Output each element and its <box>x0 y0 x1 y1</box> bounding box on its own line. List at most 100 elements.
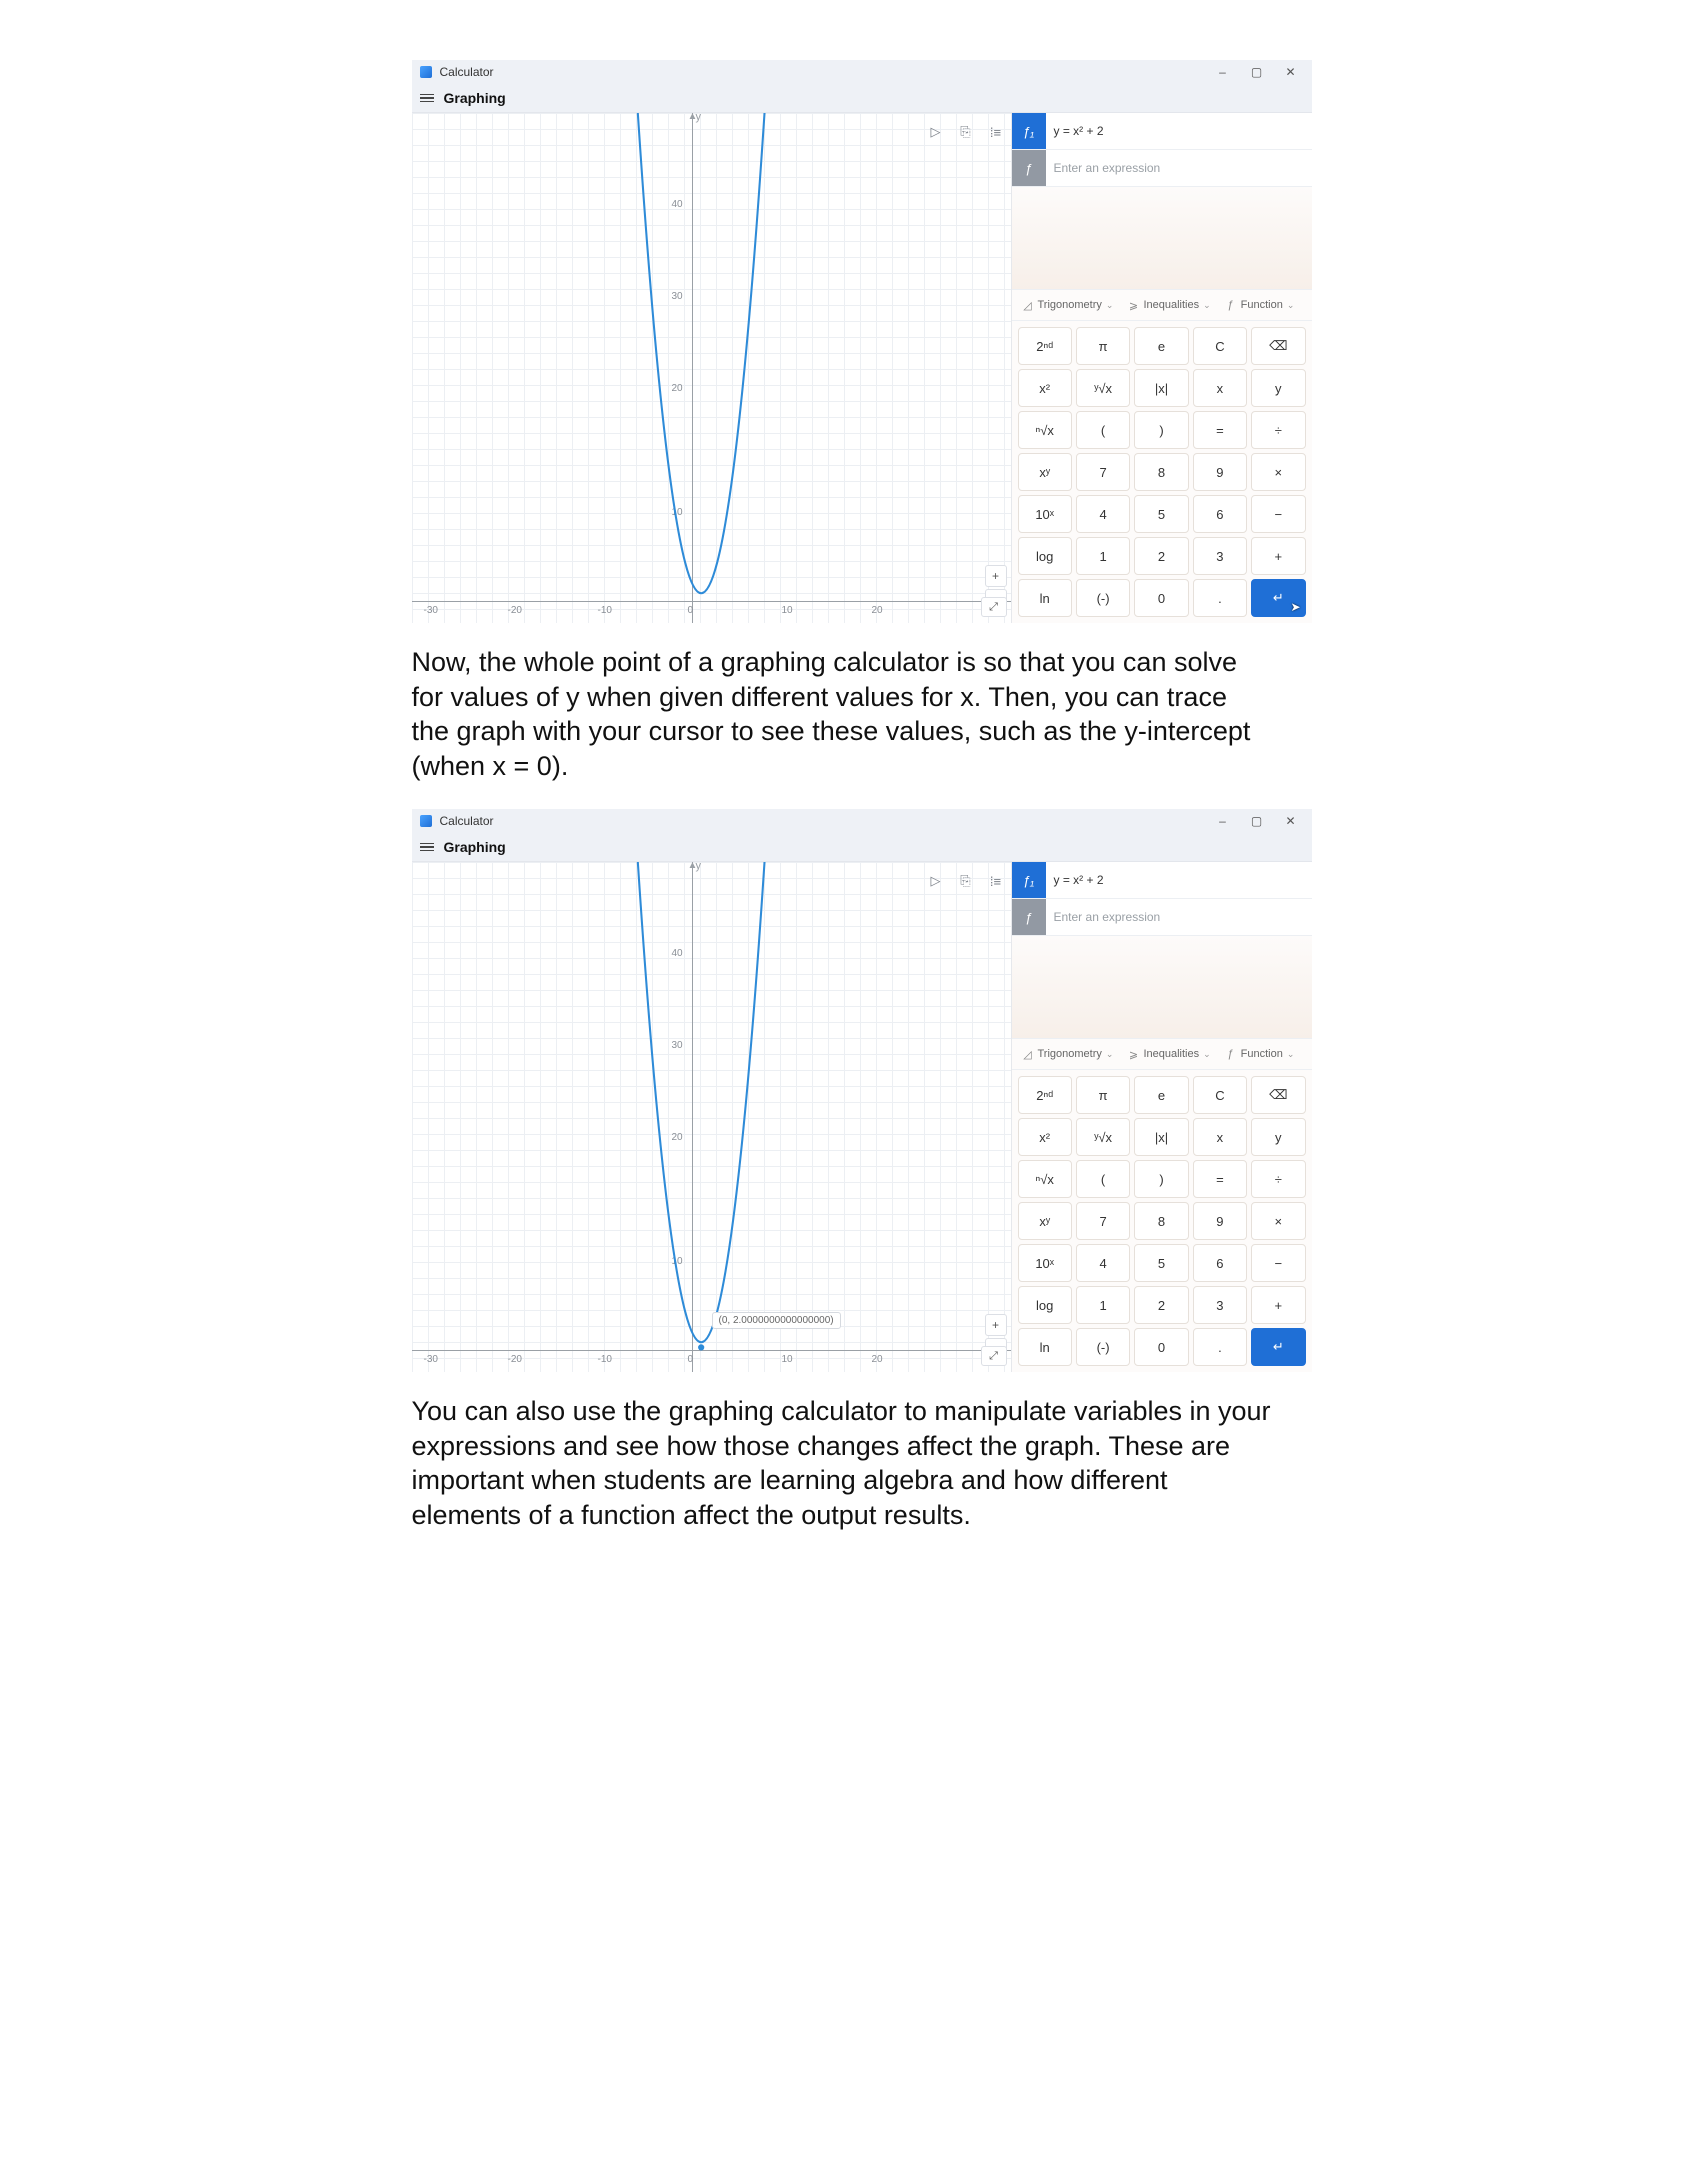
zoom-fit-button[interactable]: ⤢ <box>981 597 1007 617</box>
key-equals[interactable]: = <box>1193 1160 1247 1198</box>
hamburger-icon[interactable] <box>420 841 434 854</box>
snapshot-icon[interactable]: ⎘ <box>957 123 975 141</box>
key-4[interactable]: 4 <box>1076 495 1130 533</box>
key-divide[interactable]: ÷ <box>1251 411 1305 449</box>
key-lparen[interactable]: ( <box>1076 411 1130 449</box>
key-2nd[interactable]: 2ⁿᵈ <box>1018 327 1072 365</box>
key-0[interactable]: 0 <box>1134 1328 1188 1366</box>
close-button[interactable]: ✕ <box>1278 814 1304 828</box>
expression-input[interactable]: Enter an expression <box>1046 910 1312 924</box>
key-dot[interactable]: . <box>1193 1328 1247 1366</box>
key-xpowy[interactable]: xʸ <box>1018 1202 1072 1240</box>
function-expression[interactable]: y = x² + 2 <box>1046 124 1312 138</box>
key-minus[interactable]: − <box>1251 1244 1305 1282</box>
key-enter[interactable]: ↵ <box>1251 1328 1305 1366</box>
key-lparen[interactable]: ( <box>1076 1160 1130 1198</box>
key-plus[interactable]: + <box>1251 537 1305 575</box>
key-pi[interactable]: π <box>1076 327 1130 365</box>
zoom-fit-button[interactable]: ⤢ <box>981 1346 1007 1366</box>
maximize-button[interactable]: ▢ <box>1244 814 1270 828</box>
key-10powx[interactable]: 10ˣ <box>1018 1244 1072 1282</box>
key-7[interactable]: 7 <box>1076 453 1130 491</box>
key-ln[interactable]: ln <box>1018 1328 1072 1366</box>
key-multiply[interactable]: × <box>1251 453 1305 491</box>
key-2[interactable]: 2 <box>1134 537 1188 575</box>
key-backspace[interactable]: ⌫ <box>1251 327 1305 365</box>
key-5[interactable]: 5 <box>1134 495 1188 533</box>
key-backspace[interactable]: ⌫ <box>1251 1076 1305 1114</box>
key-xsquared[interactable]: x² <box>1018 1118 1072 1156</box>
category-inequalities[interactable]: ⩾Inequalities⌄ <box>1123 1048 1214 1060</box>
graph-pane[interactable]: ▲ y 40 30 20 10 -30 -20 -10 0 10 20 ▷ ⎘ … <box>412 113 1011 623</box>
key-yroot[interactable]: ʸ√x <box>1076 1118 1130 1156</box>
category-inequalities[interactable]: ⩾Inequalities⌄ <box>1123 299 1214 311</box>
key-plus[interactable]: + <box>1251 1286 1305 1324</box>
zoom-in-button[interactable]: + <box>985 565 1007 587</box>
key-9[interactable]: 9 <box>1193 1202 1247 1240</box>
function-badge-f1[interactable]: ƒ₁ <box>1012 113 1046 149</box>
close-button[interactable]: ✕ <box>1278 65 1304 79</box>
key-8[interactable]: 8 <box>1134 1202 1188 1240</box>
key-7[interactable]: 7 <box>1076 1202 1130 1240</box>
key-rparen[interactable]: ) <box>1134 411 1188 449</box>
key-minus[interactable]: − <box>1251 495 1305 533</box>
key-rparen[interactable]: ) <box>1134 1160 1188 1198</box>
key-log[interactable]: log <box>1018 1286 1072 1324</box>
maximize-button[interactable]: ▢ <box>1244 65 1270 79</box>
key-9[interactable]: 9 <box>1193 453 1247 491</box>
key-clear[interactable]: C <box>1193 1076 1247 1114</box>
function-expression[interactable]: y = x² + 2 <box>1046 873 1312 887</box>
key-nroot[interactable]: ⁿ√x <box>1018 411 1072 449</box>
key-divide[interactable]: ÷ <box>1251 1160 1305 1198</box>
style-options-icon[interactable]: ⁞≡ <box>987 872 1005 890</box>
key-6[interactable]: 6 <box>1193 1244 1247 1282</box>
minimize-button[interactable]: – <box>1210 814 1236 828</box>
function-badge-new[interactable]: ƒ <box>1012 150 1046 186</box>
key-1[interactable]: 1 <box>1076 537 1130 575</box>
key-log[interactable]: log <box>1018 537 1072 575</box>
function-badge-f1[interactable]: ƒ₁ <box>1012 862 1046 898</box>
zoom-in-button[interactable]: + <box>985 1314 1007 1336</box>
key-y[interactable]: y <box>1251 369 1305 407</box>
key-y[interactable]: y <box>1251 1118 1305 1156</box>
key-clear[interactable]: C <box>1193 327 1247 365</box>
key-abs[interactable]: |x| <box>1134 369 1188 407</box>
key-0[interactable]: 0 <box>1134 579 1188 617</box>
key-10powx[interactable]: 10ˣ <box>1018 495 1072 533</box>
key-abs[interactable]: |x| <box>1134 1118 1188 1156</box>
key-enter[interactable]: ↵ ➤ <box>1251 579 1305 617</box>
category-function[interactable]: ƒFunction⌄ <box>1221 1048 1299 1060</box>
key-3[interactable]: 3 <box>1193 1286 1247 1324</box>
key-6[interactable]: 6 <box>1193 495 1247 533</box>
key-2nd[interactable]: 2ⁿᵈ <box>1018 1076 1072 1114</box>
key-e[interactable]: e <box>1134 327 1188 365</box>
key-2[interactable]: 2 <box>1134 1286 1188 1324</box>
key-x[interactable]: x <box>1193 369 1247 407</box>
category-function[interactable]: ƒFunction⌄ <box>1221 299 1299 311</box>
minimize-button[interactable]: – <box>1210 65 1236 79</box>
key-5[interactable]: 5 <box>1134 1244 1188 1282</box>
function-row-new[interactable]: ƒ Enter an expression <box>1012 899 1312 936</box>
key-dot[interactable]: . <box>1193 579 1247 617</box>
key-3[interactable]: 3 <box>1193 537 1247 575</box>
key-yroot[interactable]: ʸ√x <box>1076 369 1130 407</box>
trace-play-icon[interactable]: ▷ <box>927 872 945 890</box>
key-xpowy[interactable]: xʸ <box>1018 453 1072 491</box>
category-trig[interactable]: ◿Trigonometry⌄ <box>1018 1048 1118 1060</box>
key-nroot[interactable]: ⁿ√x <box>1018 1160 1072 1198</box>
function-row-new[interactable]: ƒ Enter an expression <box>1012 150 1312 187</box>
key-xsquared[interactable]: x² <box>1018 369 1072 407</box>
style-options-icon[interactable]: ⁞≡ <box>987 123 1005 141</box>
key-negate[interactable]: (-) <box>1076 579 1130 617</box>
function-row-1[interactable]: ƒ₁ y = x² + 2 <box>1012 862 1312 899</box>
snapshot-icon[interactable]: ⎘ <box>957 872 975 890</box>
expression-input[interactable]: Enter an expression <box>1046 161 1312 175</box>
function-row-1[interactable]: ƒ₁ y = x² + 2 <box>1012 113 1312 150</box>
key-4[interactable]: 4 <box>1076 1244 1130 1282</box>
key-negate[interactable]: (-) <box>1076 1328 1130 1366</box>
key-8[interactable]: 8 <box>1134 453 1188 491</box>
graph-pane[interactable]: ▲ y 40 30 20 10 -30 -20 -10 0 10 20 (0, … <box>412 862 1011 1372</box>
key-multiply[interactable]: × <box>1251 1202 1305 1240</box>
key-1[interactable]: 1 <box>1076 1286 1130 1324</box>
trace-play-icon[interactable]: ▷ <box>927 123 945 141</box>
